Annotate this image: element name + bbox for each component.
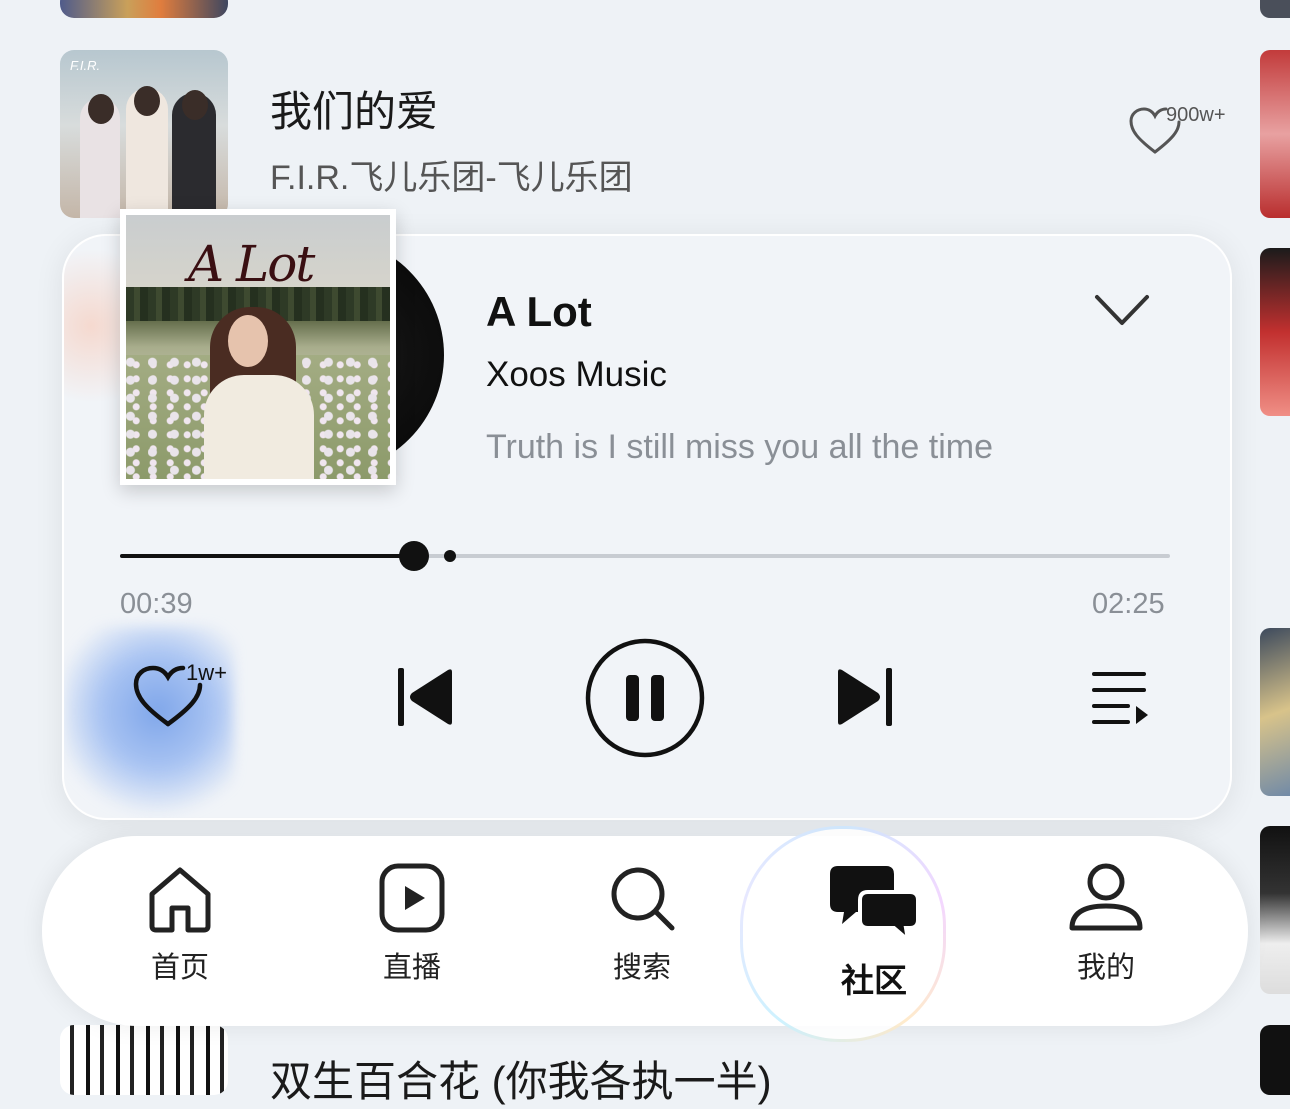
current-time: 00:39 <box>120 588 193 620</box>
tab-label: 社区 <box>841 962 907 999</box>
next-track-icon[interactable] <box>834 666 894 728</box>
chat-bubbles-icon <box>830 866 920 944</box>
album-cover-fir[interactable]: F.I.R. <box>60 50 228 218</box>
tab-community[interactable]: 社区 <box>794 862 954 1002</box>
edge-thumbnail[interactable] <box>1260 248 1290 416</box>
album-cover-partial[interactable] <box>60 1025 228 1095</box>
now-playing-artist[interactable]: Xoos Music <box>486 355 667 395</box>
progress-knob[interactable] <box>399 541 429 571</box>
total-time: 02:25 <box>1092 588 1165 620</box>
pause-button[interactable] <box>584 637 706 759</box>
tab-label: 首页 <box>150 952 209 984</box>
tab-search[interactable]: 搜索 <box>562 862 722 1002</box>
album-cover-partial[interactable] <box>60 0 228 18</box>
chevron-down-icon[interactable] <box>1092 292 1152 328</box>
search-icon <box>611 867 675 931</box>
tab-label: 直播 <box>382 952 441 984</box>
album-logo: F.I.R. <box>70 58 101 73</box>
live-play-icon <box>379 863 445 933</box>
previous-track-icon[interactable] <box>396 666 456 728</box>
edge-thumbnail[interactable] <box>1260 50 1290 218</box>
home-icon <box>149 867 211 933</box>
album-art-title: A Lot <box>188 235 315 293</box>
tab-home[interactable]: 首页 <box>100 862 260 1002</box>
album-art[interactable]: A Lot <box>120 209 396 485</box>
progress-bar[interactable] <box>120 541 1170 571</box>
tab-label: 搜索 <box>612 952 671 984</box>
person-icon <box>1069 863 1143 931</box>
buffer-marker <box>443 550 456 562</box>
edge-thumbnail[interactable] <box>1260 1025 1290 1095</box>
edge-thumbnail[interactable] <box>1260 826 1290 994</box>
edge-thumbnail[interactable] <box>1260 628 1290 796</box>
like-count: 900w+ <box>1166 104 1226 126</box>
song-artist[interactable]: F.I.R.飞儿乐团-飞儿乐团 <box>270 150 633 199</box>
now-playing-title: A Lot <box>486 288 592 335</box>
now-playing-lyric: Truth is I still miss you all the time <box>486 428 993 466</box>
tab-label: 我的 <box>1076 952 1135 984</box>
tab-profile[interactable]: 我的 <box>1026 862 1186 1002</box>
tab-live[interactable]: 直播 <box>332 862 492 1002</box>
like-count: 1w+ <box>186 660 227 685</box>
playlist-icon[interactable] <box>1090 670 1152 726</box>
song-title[interactable]: 我们的爱 <box>270 78 438 139</box>
edge-thumbnail[interactable] <box>1260 0 1290 18</box>
progress-fill <box>120 554 414 558</box>
